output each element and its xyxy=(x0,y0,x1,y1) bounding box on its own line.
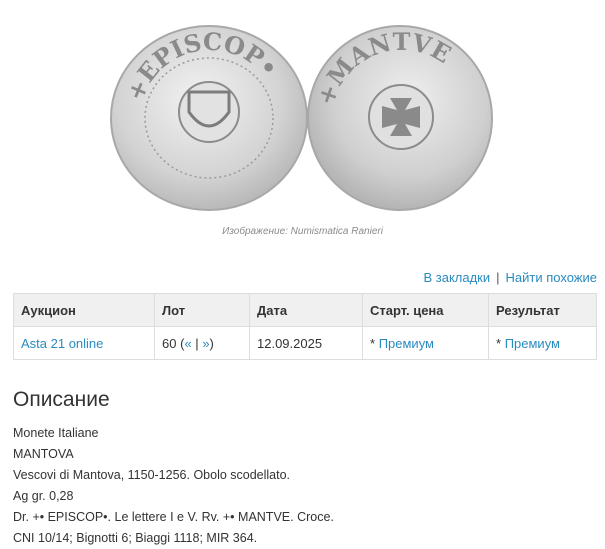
auction-link[interactable]: Asta 21 online xyxy=(21,336,103,351)
description-line: Monete Italiane xyxy=(13,426,99,440)
coin-obverse: +EPISCOP• xyxy=(110,25,308,211)
auction-table: Аукцион Лот Дата Старт. цена Результат A… xyxy=(13,293,597,360)
start-price-prefix: * xyxy=(370,335,376,351)
lot-actions: В закладки | Найти похожие xyxy=(423,270,597,285)
lot-number: 60 xyxy=(162,335,177,351)
cell-auction: Asta 21 online xyxy=(13,326,155,360)
description-heading: Описание xyxy=(13,388,110,411)
column-header-auction: Аукцион xyxy=(13,293,155,327)
lot-paren-close: ) xyxy=(209,335,214,351)
column-header-date: Дата xyxy=(249,293,363,327)
column-header-result: Результат xyxy=(488,293,597,327)
bookmark-link[interactable]: В закладки xyxy=(423,270,490,285)
lot-nav-separator: | xyxy=(195,335,199,351)
cell-start-price: * Премиум xyxy=(362,326,489,360)
result-premium-link[interactable]: Премиум xyxy=(505,336,560,351)
image-caption: Изображение: Numismatica Ranieri xyxy=(222,226,383,237)
coin-reverse: +MANTVE xyxy=(307,25,493,211)
prev-lot-link[interactable]: « xyxy=(184,336,191,351)
column-header-lot: Лот xyxy=(154,293,250,327)
table-header-row: Аукцион Лот Дата Старт. цена Результат xyxy=(13,293,597,327)
description-line: CNI 10/14; Bignotti 6; Biaggi 1118; MIR … xyxy=(13,531,258,545)
start-price-premium-link[interactable]: Премиум xyxy=(379,336,434,351)
description-line: Dr. +• EPISCOP•. Le lettere I e V. Rv. +… xyxy=(13,510,334,524)
actions-separator: | xyxy=(496,270,500,285)
next-lot-link[interactable]: » xyxy=(202,336,209,351)
description-line: MANTOVA xyxy=(13,447,74,461)
column-header-start-price: Старт. цена xyxy=(362,293,489,327)
find-similar-link[interactable]: Найти похожие xyxy=(506,270,597,285)
cell-date: 12.09.2025 xyxy=(249,326,363,360)
coin-image[interactable]: +EPISCOP• +MANTVE xyxy=(0,0,605,215)
cell-lot: 60 (« | ») xyxy=(154,326,250,360)
cell-result: * Премиум xyxy=(488,326,597,360)
result-prefix: * xyxy=(496,335,502,351)
description-text: Monete Italiane MANTOVA Vescovi di Manto… xyxy=(13,423,593,549)
table-row: Asta 21 online 60 (« | ») 12.09.2025 * П… xyxy=(13,326,597,360)
description-line: Vescovi di Mantova, 1150-1256. Obolo sco… xyxy=(13,468,291,482)
description-line: Ag gr. 0,28 xyxy=(13,489,74,503)
